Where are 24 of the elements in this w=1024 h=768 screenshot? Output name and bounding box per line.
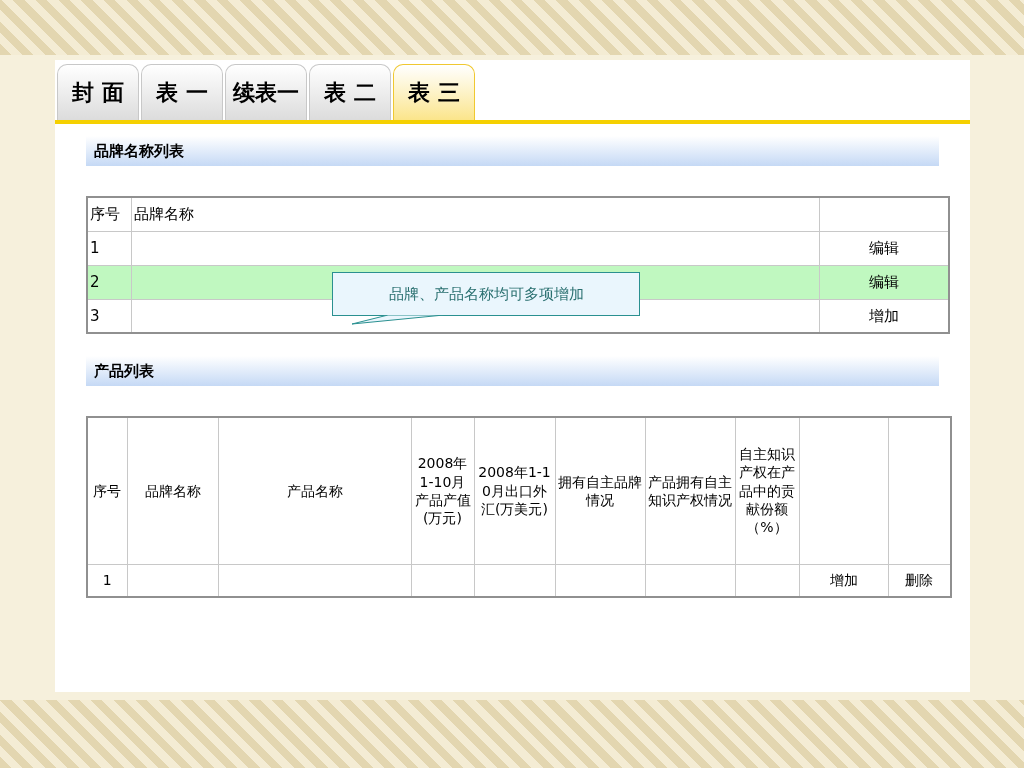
tab[interactable]: 表 二	[309, 64, 391, 120]
section-header: 品牌名称列表	[86, 136, 939, 166]
action-link[interactable]: 增加	[829, 571, 858, 588]
table-row[interactable]: 1 编辑	[87, 231, 949, 265]
tab[interactable]: 封 面	[57, 64, 139, 120]
table-header: 品牌名称	[127, 417, 218, 564]
action-link[interactable]: 编辑	[868, 272, 899, 291]
table-header: 2008年1-10月出口外汇(万美元)	[474, 417, 555, 564]
table-header: 序号	[87, 417, 127, 564]
tab[interactable]: 表 三	[393, 64, 475, 120]
action-link[interactable]: 增加	[868, 306, 899, 325]
table-cell: 1	[87, 231, 131, 265]
table-header: 产品拥有自主知识产权情况	[645, 417, 735, 564]
table-header: 序号	[87, 197, 131, 231]
table-header: 产品名称	[218, 417, 411, 564]
table-header: 拥有自主品牌情况	[555, 417, 645, 564]
table-header: 自主知识产权在产品中的贡献份额（%）	[735, 417, 799, 564]
action-link[interactable]: 编辑	[868, 238, 899, 257]
table-cell: 2	[87, 265, 131, 299]
table-header: 品牌名称	[131, 197, 819, 231]
section-header: 产品列表	[86, 356, 939, 386]
tab[interactable]: 续表一	[225, 64, 307, 120]
tab[interactable]: 表 一	[141, 64, 223, 120]
table-header: 2008年1-10月产品产值(万元)	[411, 417, 474, 564]
